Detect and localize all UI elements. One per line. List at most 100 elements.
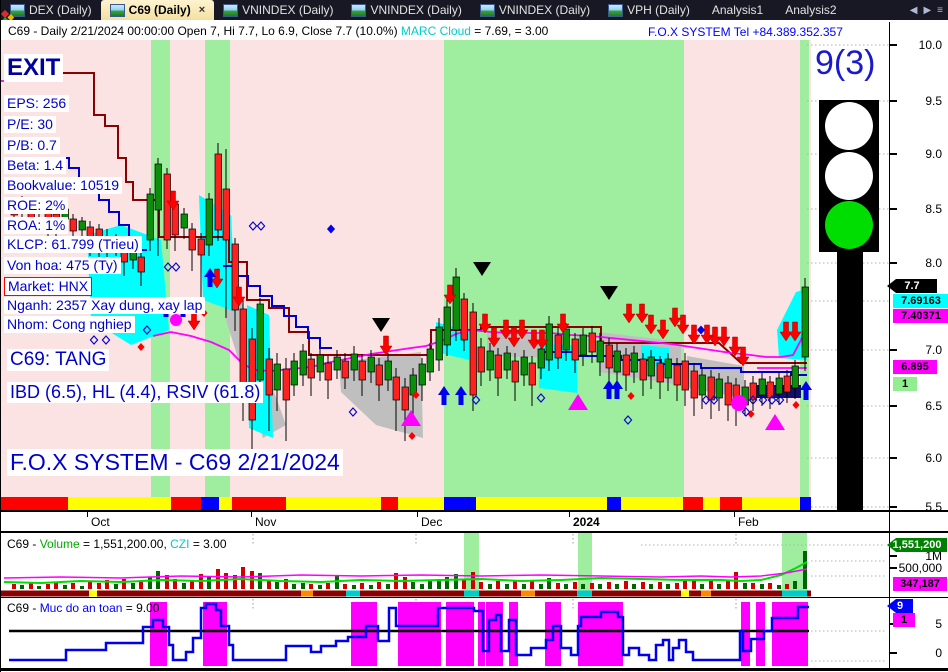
date-axis[interactable]: Oct Nov Dec 2024 Feb (1, 512, 948, 532)
axis-tick-label: 9.5 (890, 94, 948, 108)
axis-tick-label: 6.5 (890, 399, 948, 413)
axis-tick-label: 0 (890, 646, 948, 660)
axis-value-badge: 1 (893, 613, 915, 627)
magenta-dot-icon (170, 314, 182, 326)
volume-bottom-border (1, 597, 948, 598)
volume-title-value: = 1,551,200.00, (79, 537, 171, 551)
volume-title-symbol: C69 - (7, 537, 40, 551)
date-tick (251, 512, 252, 517)
overlay-label: Nhom: Cong nghiep (4, 316, 135, 333)
tab-label: Analysis2 (785, 3, 837, 17)
tab-vnindex-daily-[interactable]: VNINDEX (Daily) (214, 0, 342, 20)
tab-label: DEX (Daily) (29, 3, 92, 17)
axis-tick-label: 7.0 (890, 343, 948, 357)
date-label: Nov (255, 515, 277, 529)
window-bottom-border (1, 668, 948, 671)
safety-title-value: = 9.00 (122, 601, 160, 615)
overlay-label: Nganh: 2357 Xay dung, xay lap (4, 297, 206, 314)
overlay-label: ROE: 2% (4, 197, 69, 214)
traffic-light-lamp (825, 201, 873, 249)
brand-phone: F.O.X SYSTEM Tel +84.389.352.357 (648, 25, 843, 39)
tab-label: C69 (Daily) (128, 3, 191, 17)
tab-dex-daily-[interactable]: DEX (Daily) (1, 0, 101, 20)
axis-value-badge: 6.895 (893, 360, 937, 374)
tab-label: VNINDEX (Daily) (498, 3, 591, 17)
chart-tab-icon (351, 3, 367, 17)
axis-value-badge: 1 (893, 377, 917, 391)
axis-value-badge: 9 (887, 599, 913, 613)
axis-tick-label: 8.5 (890, 202, 948, 216)
czi-label: CZI (170, 537, 190, 551)
tab-vph-daily-[interactable]: VPH (Daily) (599, 0, 699, 20)
date-label: Dec (421, 515, 443, 529)
date-label: Oct (91, 515, 110, 529)
tab-label: VPH (Daily) (627, 3, 690, 17)
overlay-label: IBD (6.5), HL (4.4), RSIV (61.8) (7, 382, 264, 404)
axis-tick-label: 9.0 (890, 147, 948, 161)
trend-ribbon (1, 497, 811, 510)
chart-tab-icon (608, 3, 624, 17)
marc-cloud-values: = 7.69, = 3.00 (470, 24, 549, 38)
tab-vnindex-daily-[interactable]: VNINDEX (Daily) (471, 0, 599, 20)
tab-label: Analysis1 (711, 3, 764, 17)
axis-value-badge: 7.69163 (893, 294, 948, 308)
axis-value-badge: 7.40371 (893, 309, 948, 323)
marc-cloud-label: MARC Cloud (400, 24, 471, 38)
overlay-label: EPS: 256 (4, 95, 70, 112)
volume-status-strip (1, 590, 811, 597)
overlay-label: ROA: 1% (4, 217, 69, 234)
axis-value-badge: 7.7 (887, 279, 937, 293)
overlay-label: F.O.X SYSTEM - C69 2/21/2024 (7, 449, 343, 477)
price-axis: 10.0 9.5 9.0 8.5 8.0 7.0 6.5 6.0 5.5 7.7 7.69163 7.… (887, 0, 948, 672)
overlay-label: Bookvalue: 10519 (4, 177, 123, 194)
axis-value-badge: 347,187 (893, 577, 947, 591)
tab-close-icon[interactable]: × (199, 4, 205, 16)
date-tick (417, 512, 418, 517)
overlay-label: Beta: 1.4 (4, 157, 67, 174)
overlay-label: EXIT (4, 54, 64, 83)
safety-title-symbol: C69 - (7, 601, 40, 615)
price-chart-canvas[interactable] (1, 40, 890, 510)
date-tick (87, 512, 88, 517)
czi-value: = 3.00 (189, 537, 227, 551)
overlay-label: P/B: 0.7 (4, 137, 60, 154)
traffic-light-lamp (825, 152, 873, 200)
ohlc-summary: C69 - Daily 2/21/2024 00:00:00 Open 7, H… (8, 24, 401, 38)
tab-label: VNINDEX (Daily) (242, 3, 334, 17)
tab-analysis1[interactable]: Analysis1 (1, 0, 772, 20)
volume-title-label: Volume (39, 537, 80, 551)
chart-tab-icon (109, 3, 125, 17)
chart-title-bar: C69 - Daily 2/21/2024 00:00:00 Open 7, H… (1, 22, 948, 40)
overlay-label: C69: TANG (7, 349, 110, 372)
date-label: 2024 (573, 515, 600, 529)
tab-bar: DEX (Daily) C69 (Daily) × VNINDEX (Daily) VN… (1, 0, 948, 20)
tab-analysis2[interactable]: Analysis2 (1, 0, 845, 20)
safety-title-label: Muc do an toan (39, 601, 123, 615)
tab-c69-daily-[interactable]: C69 (Daily) × (100, 0, 215, 20)
axis-tick-label: 10.0 (890, 38, 948, 52)
date-tick (569, 512, 570, 517)
axis-tick-label: 5.5 (890, 500, 948, 514)
traffic-signal-count: 9(3) (815, 44, 876, 82)
tab-label: VNINDEX (Daily) (370, 3, 462, 17)
axis-tick-label: 8.0 (890, 256, 948, 270)
overlay-label: Von hoa: 475 (Ty) (4, 257, 121, 274)
safety-pane-title: C69 - Muc do an toan = 9.00 (7, 601, 159, 615)
app-window: DEX (Daily) C69 (Daily) × VNINDEX (Daily) VN… (0, 0, 948, 672)
overlay-label: P/E: 30 (4, 116, 56, 133)
traffic-light-lamp (825, 102, 873, 150)
overlay-label: KLCP: 61.799 (Trieu) (4, 236, 142, 253)
chart-bottom-border (1, 510, 948, 512)
axis-value-badge: 1,551,200 (887, 538, 947, 552)
chart-tab-icon (223, 3, 239, 17)
magenta-dot-icon (731, 395, 747, 411)
date-label: Feb (738, 515, 759, 529)
date-tick (734, 512, 735, 517)
axis-tick-label: 6.0 (890, 451, 948, 465)
overlay-label: Market: HNX (4, 277, 93, 296)
dateaxis-bottom-border (1, 531, 948, 533)
tab-vnindex-daily-[interactable]: VNINDEX (Daily) (342, 0, 470, 20)
volume-pane-title: C69 - Volume = 1,551,200.00, CZI = 3.00 (7, 537, 227, 551)
chart-tab-icon (479, 3, 495, 17)
axis-tick-label: 500,000 (890, 561, 948, 575)
